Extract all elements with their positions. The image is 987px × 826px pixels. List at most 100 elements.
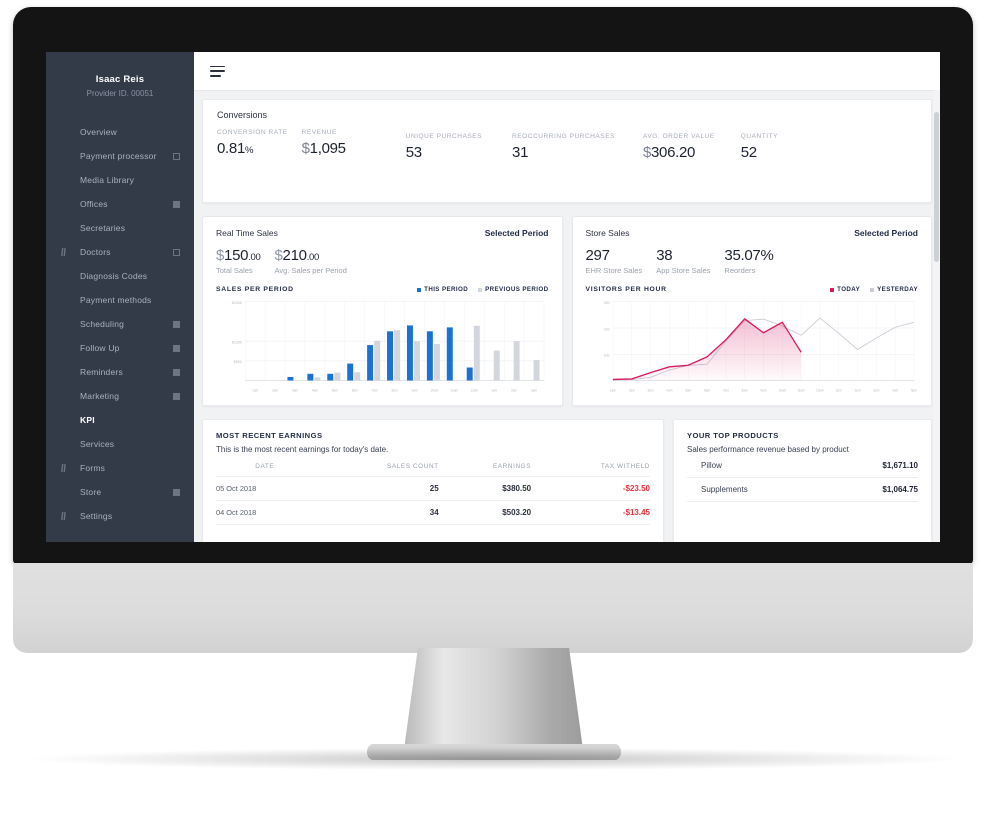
- earnings-table-header: DATE SALES COUNT EARNINGS TAX WITHELD: [216, 463, 650, 477]
- stat-caption: App Store Sales: [656, 266, 711, 275]
- legend-swatch-icon: [417, 287, 422, 292]
- svg-text:3pm: 3pm: [531, 388, 537, 392]
- svg-text:2pm: 2pm: [854, 388, 860, 392]
- svg-text:5am: 5am: [332, 388, 338, 392]
- stat-caption: Total Sales: [216, 266, 253, 275]
- sidebar-item-media-library[interactable]: Media Library: [46, 168, 194, 192]
- sidebar-item-badge-icon: [173, 368, 180, 376]
- earnings-title: MOST RECENT EARNINGS: [216, 431, 323, 440]
- svg-text:2am: 2am: [272, 388, 278, 392]
- sidebar-item-secretaries[interactable]: Secretaries: [46, 216, 194, 240]
- svg-text:1pm: 1pm: [491, 388, 497, 392]
- sidebar-item-label: Forms: [80, 463, 106, 473]
- stat-value: $210.00: [274, 247, 320, 264]
- sidebar-item-reminders[interactable]: Reminders: [46, 360, 194, 384]
- legend-item: THIS PERIOD: [417, 286, 468, 293]
- table-row[interactable]: 04 Oct 2018 34 $503.20 -$13.45: [216, 500, 650, 525]
- sidebar-item-label: Services: [80, 439, 115, 449]
- vertical-scrollbar-thumb[interactable]: [934, 112, 939, 262]
- earnings-count: 25: [313, 476, 439, 501]
- store-stat: 297 EHR Store Sales: [586, 247, 643, 275]
- scene: Isaac Reis Provider ID. 00051 Overview Pa…: [0, 0, 987, 826]
- svg-text:1pm: 1pm: [835, 388, 841, 392]
- svg-text:4am: 4am: [666, 388, 672, 392]
- legend-label: YESTERDAY: [877, 286, 918, 293]
- legend-item: TODAY: [830, 286, 860, 293]
- svg-text:6am: 6am: [352, 388, 358, 392]
- sidebar-item-payment-methods[interactable]: Payment methods: [46, 288, 194, 312]
- svg-text:6am: 6am: [703, 388, 709, 392]
- store-sales-period-button[interactable]: Selected Period: [854, 228, 918, 238]
- sidebar-item-settings[interactable]: Settings: [46, 504, 194, 528]
- earnings-amount: $503.20: [438, 500, 532, 525]
- earnings-column-header: TAX WITHELD: [531, 463, 650, 477]
- kpi-conversion-rate: CONVERSION RATE 0.81%: [217, 129, 288, 157]
- visitors-per-hour-header: VISITORS PER HOUR TODAY YESTERDAY: [586, 286, 919, 293]
- visitors-line-chart-svg: 100 200 300 1am 2am 3am 4am 5am 6am 7am 8am 9am 10am…: [603, 301, 917, 393]
- svg-text:$1000: $1000: [232, 340, 242, 344]
- legend-label: THIS PERIOD: [424, 286, 469, 293]
- svg-text:2pm: 2pm: [511, 388, 517, 392]
- sidebar-item-follow-up[interactable]: Follow Up: [46, 336, 194, 360]
- list-item[interactable]: Pillow $1,671.10: [687, 454, 918, 478]
- sidebar-item-forms[interactable]: Forms: [46, 456, 194, 480]
- sidebar-item-label: KPI: [80, 415, 95, 425]
- sales-bar-chart-svg: $500 $1000 $2000 1am 2am 3am 4am 5am 6am 7am 8am 9a…: [232, 301, 545, 393]
- visitors-per-hour-label: VISITORS PER HOUR: [585, 286, 667, 293]
- sidebar-item-offices[interactable]: Offices: [46, 192, 194, 216]
- hamburger-icon[interactable]: [210, 65, 225, 77]
- sidebar-item-overview[interactable]: Overview: [46, 120, 194, 144]
- svg-text:10am: 10am: [431, 388, 439, 392]
- svg-text:9am: 9am: [760, 388, 766, 392]
- svg-text:3am: 3am: [647, 388, 653, 392]
- svg-text:3pm: 3pm: [873, 388, 879, 392]
- list-item[interactable]: Supplements $1,064.75: [687, 478, 918, 502]
- svg-text:7am: 7am: [372, 388, 378, 392]
- forms-icon: [60, 464, 68, 472]
- sidebar-item-diagnosis-codes[interactable]: Diagnosis Codes: [46, 264, 194, 288]
- store-sales-title: Store Sales: [585, 228, 630, 238]
- application: Isaac Reis Provider ID. 00051 Overview Pa…: [46, 52, 940, 542]
- svg-text:2am: 2am: [628, 388, 634, 392]
- kpi-value: 52: [740, 144, 757, 161]
- monitor-shadow: [33, 748, 954, 770]
- legend-label: TODAY: [837, 286, 861, 293]
- top-products-title: YOUR TOP PRODUCTS: [687, 431, 779, 440]
- earnings-column-header: EARNINGS: [438, 463, 532, 477]
- kpi-reoccurring-purchases: REOCCURRING PURCHASES 31: [512, 133, 615, 161]
- top-bar: [194, 52, 940, 91]
- sidebar-item-store[interactable]: Store: [46, 480, 194, 504]
- stat-value: $150.00: [216, 247, 261, 264]
- kpi-label: UNIQUE PURCHASES: [405, 133, 483, 140]
- earnings-count: 34: [313, 500, 439, 525]
- svg-text:4pm: 4pm: [892, 388, 898, 392]
- sidebar-item-badge-icon: [173, 488, 180, 496]
- provider-name: Isaac Reis: [95, 74, 145, 85]
- kpi-quantity: QUANTITY 52: [741, 133, 778, 161]
- sidebar-item-scheduling[interactable]: Scheduling: [46, 312, 194, 336]
- kpi-value: 53: [405, 144, 422, 161]
- svg-text:12pm: 12pm: [470, 388, 478, 392]
- sidebar-item-badge-icon: [173, 344, 180, 352]
- kpi-label: QUANTITY: [740, 133, 779, 140]
- kpi-label: CONVERSION RATE: [217, 129, 288, 136]
- conversions-card: Conversions CONVERSION RATE 0.81% REVENUE $…: [202, 99, 932, 203]
- real-time-sales-card: Real Time Sales Selected Period $150.00 T…: [202, 216, 563, 406]
- sidebar-item-payment-processor[interactable]: Payment processor: [46, 144, 194, 168]
- sidebar-item-services[interactable]: Services: [46, 432, 194, 456]
- svg-text:300: 300: [603, 301, 609, 305]
- monitor-stand-neck: [403, 648, 584, 753]
- monitor-bezel: Isaac Reis Provider ID. 00051 Overview Pa…: [46, 52, 940, 542]
- sidebar-item-kpi[interactable]: KPI: [46, 408, 194, 432]
- content-scroll-area[interactable]: Conversions CONVERSION RATE 0.81% REVENUE $…: [194, 91, 940, 542]
- sidebar-item-marketing[interactable]: Marketing: [46, 384, 194, 408]
- sidebar-item-doctors[interactable]: Doctors: [46, 240, 194, 264]
- stat-caption: EHR Store Sales: [585, 266, 643, 275]
- screen: Isaac Reis Provider ID. 00051 Overview Pa…: [46, 52, 940, 542]
- table-row[interactable]: 05 Oct 2018 25 $380.50 -$23.50: [216, 476, 650, 501]
- svg-text:5pm: 5pm: [910, 388, 916, 392]
- svg-text:$2000: $2000: [232, 301, 242, 305]
- real-time-sales-period-button[interactable]: Selected Period: [485, 228, 549, 238]
- legend-swatch-icon: [870, 287, 875, 292]
- svg-text:10am: 10am: [778, 388, 786, 392]
